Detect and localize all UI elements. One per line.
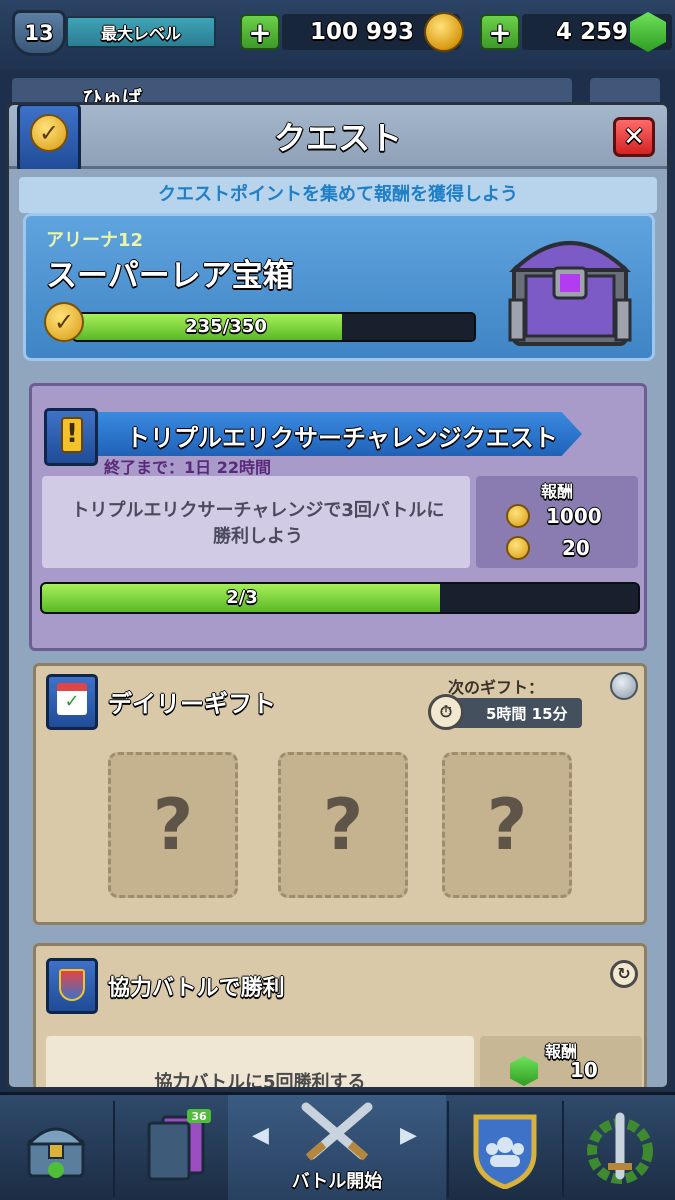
top-bar: 13 最大レベル + 100 993 + 4 259 (0, 0, 675, 70)
special-quest-card[interactable]: トリプルエリクサーチャレンジクエスト ! 終了まで：1日 22時間 トリプルエリ… (29, 383, 647, 651)
modal-title: クエスト (273, 119, 402, 157)
reward-points-value: 20 (562, 536, 590, 560)
arena-label: アリーナ12 (46, 230, 144, 251)
coop-quest-description-box: 協力バトルに5回勝利する (46, 1036, 474, 1090)
gift-slot[interactable]: ? (108, 752, 238, 898)
daily-gift-title: デイリーギフト (108, 690, 276, 718)
nav-tournaments[interactable] (564, 1095, 675, 1200)
coop-quest-description: 協力バトルに5回勝利する (154, 1072, 366, 1090)
gift-slot[interactable]: ? (278, 752, 408, 898)
chest-name: スーパーレア宝箱 (46, 258, 294, 294)
close-icon: ✕ (623, 122, 645, 152)
quest-list[interactable]: クエストポイントを集めて報酬を獲得しよう アリーナ12 スーパーレア宝箱 235… (9, 169, 667, 1090)
pin-icon (610, 672, 638, 700)
coop-quest-reward-box: 報酬 10 (480, 1036, 642, 1087)
level-label: 最大レベル (66, 16, 216, 48)
daily-gift-card[interactable]: ✓ デイリーギフト 次のギフト： 5時間 15分 ⏱ ? ? ? (33, 663, 647, 925)
nav-clan[interactable] (449, 1095, 561, 1200)
modal-subtitle: クエストポイントを集めて報酬を獲得しよう (19, 177, 657, 213)
gold-coin-icon (506, 504, 530, 528)
special-quest-ribbon: トリプルエリクサーチャレンジクエスト (72, 412, 582, 456)
quest-chest-card[interactable]: アリーナ12 スーパーレア宝箱 235/350 ✓ (23, 213, 655, 361)
quest-points-bar: 235/350 (72, 312, 476, 342)
special-quest-description: トリプルエリクサーチャレンジで3回バトルに勝利しよう (71, 500, 445, 547)
next-gift-label: 次のギフト： (448, 678, 545, 697)
quest-book-icon: ✓ (17, 105, 81, 173)
nav-left-arrow[interactable]: ◀ (252, 1123, 269, 1148)
level-badge[interactable]: 13 (12, 10, 66, 56)
shop-chest-icon (25, 1127, 87, 1178)
coop-quest-card[interactable]: 協力バトルで勝利 ↻ 協力バトルに5回勝利する 報酬 10 (33, 943, 647, 1090)
clan-shield-icon (46, 958, 98, 1014)
super-rare-chest-icon (508, 241, 632, 346)
special-quest-progress-bar: 2/3 (40, 582, 640, 614)
quest-points-text: 235/350 (185, 316, 267, 337)
crossed-swords-icon (301, 1102, 373, 1161)
quest-modal: クエスト ✕ ✓ クエストポイントを集めて報酬を獲得しよう アリーナ12 スーパ… (6, 102, 670, 1090)
reward-header: 報酬 (540, 482, 573, 501)
quest-point-icon (506, 536, 530, 560)
special-quest-description-box: トリプルエリクサーチャレンジで3回バトルに勝利しよう (42, 476, 470, 568)
reward-gold-value: 1000 (546, 504, 602, 528)
bottom-nav: 36 ◀ ▶ バトル開始 (0, 1092, 675, 1200)
next-gift-timer: 5時間 15分 (446, 698, 582, 728)
cards-badge: 36 (191, 1110, 207, 1123)
clan-icon (473, 1114, 537, 1189)
gold-coin-icon (424, 12, 464, 52)
battle-label: バトル開始 (291, 1171, 383, 1192)
add-gems-button[interactable]: + (480, 14, 520, 50)
calendar-icon: ✓ (46, 674, 98, 730)
coop-quest-title: 協力バトルで勝利 (108, 976, 285, 1001)
cards-icon: 36 (147, 1109, 211, 1181)
nav-cards[interactable]: 36 (115, 1095, 227, 1200)
nav-right-arrow[interactable]: ▶ (400, 1123, 417, 1148)
special-quest-time-left: 終了まで：1日 22時間 (104, 458, 271, 477)
refresh-icon[interactable]: ↻ (610, 960, 638, 988)
special-quest-progress-text: 2/3 (226, 587, 258, 608)
gift-slot[interactable]: ? (442, 752, 572, 898)
special-quest-title: トリプルエリクサーチャレンジクエスト (126, 424, 558, 452)
reward-gems-value: 10 (570, 1058, 598, 1082)
add-gold-button[interactable]: + (240, 14, 280, 50)
special-quest-reward-box: 報酬 1000 20 (476, 476, 638, 568)
reward-header: 報酬 (544, 1042, 577, 1061)
exclamation-icon: ! (44, 408, 98, 466)
modal-header: クエスト ✕ (9, 105, 667, 169)
nav-shop[interactable] (0, 1095, 112, 1200)
quest-point-icon: ✓ (44, 302, 84, 342)
clock-icon: ⏱ (428, 694, 464, 730)
close-button[interactable]: ✕ (613, 117, 655, 157)
laurel-sword-icon (586, 1112, 653, 1184)
